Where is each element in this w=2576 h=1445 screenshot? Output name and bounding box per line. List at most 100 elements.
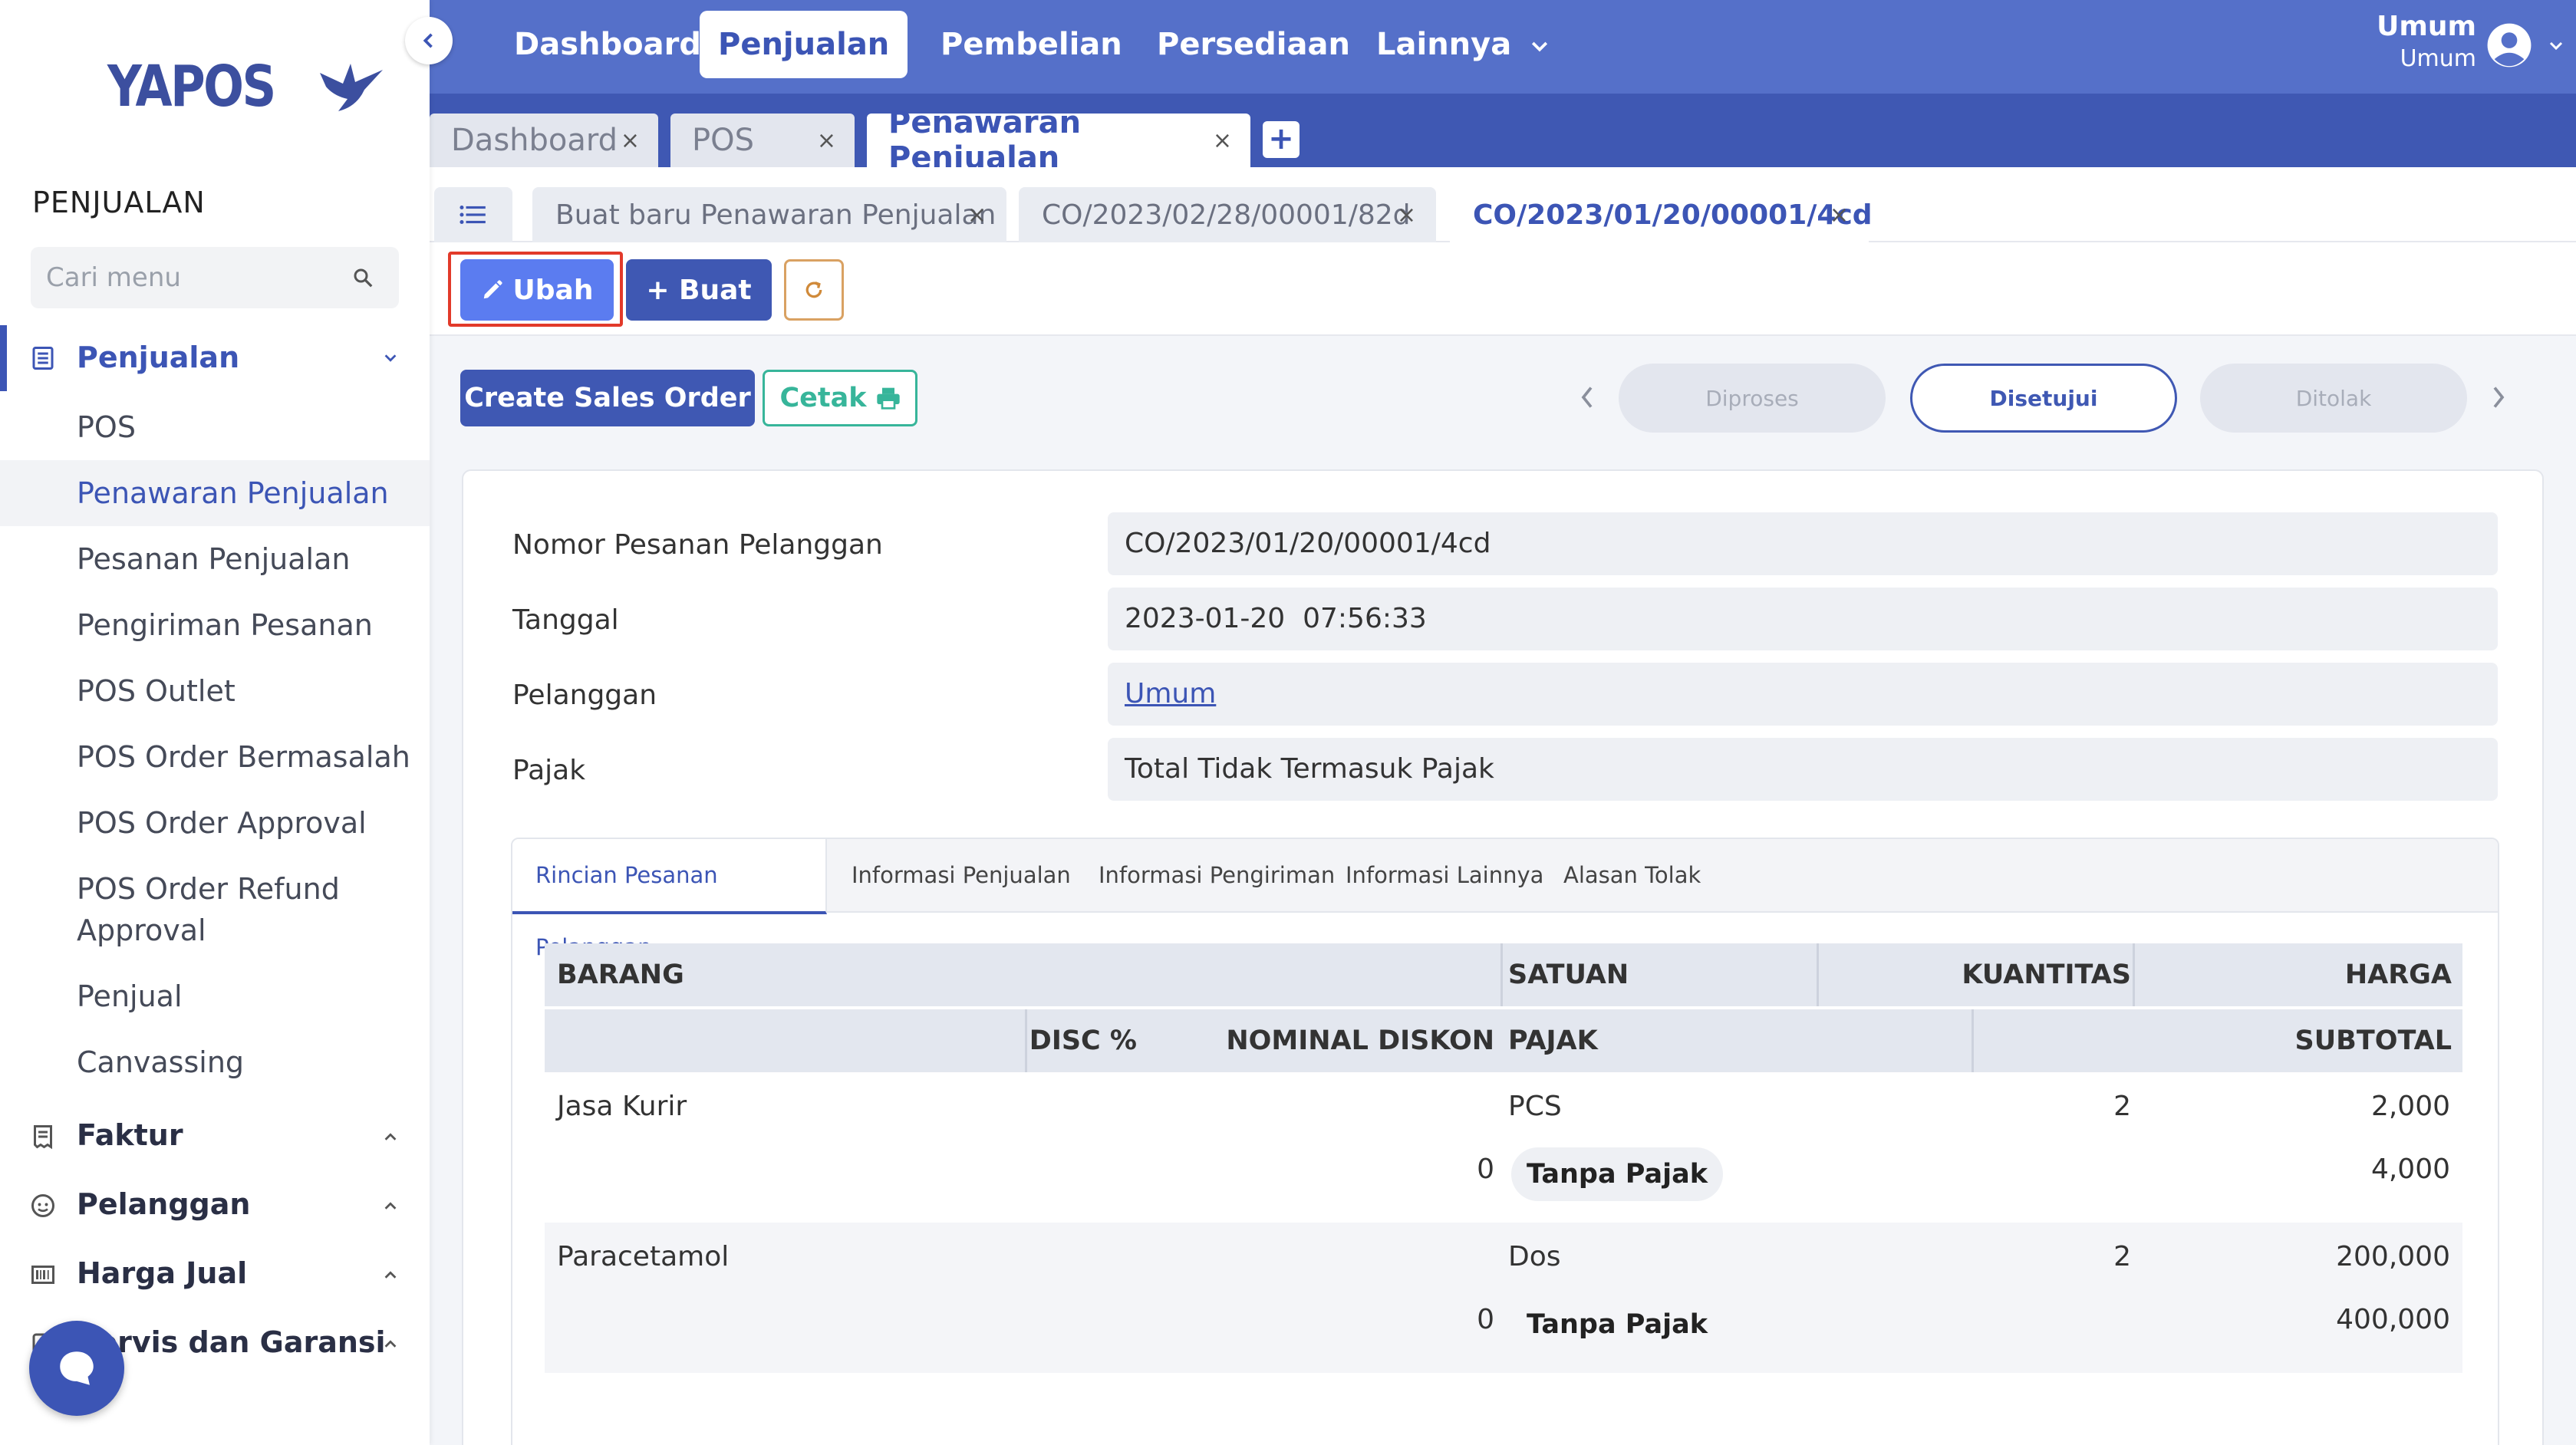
cell-satuan: Dos <box>1508 1241 1561 1272</box>
sidebar-item-canvassing[interactable]: Canvassing <box>0 1042 430 1083</box>
bird-logo-icon <box>317 56 386 117</box>
sidebar-group-harga-jual[interactable]: Harga Jual <box>0 1247 430 1304</box>
tab-label: POS <box>692 123 754 158</box>
detail-tab-bar: Rincian Pesanan Pelanggan Informasi Penj… <box>512 839 2498 960</box>
close-icon[interactable]: × <box>1830 202 1849 229</box>
chevron-right-icon[interactable] <box>2487 382 2510 413</box>
close-icon[interactable]: × <box>967 202 987 229</box>
sidebar-item-penawaran-penjualan[interactable]: Penawaran Penjualan <box>0 460 430 526</box>
sidebar-item-pos[interactable]: POS <box>0 407 430 448</box>
tab-informasi-lainnya[interactable]: Informasi Lainnya <box>1323 839 1566 913</box>
th-kuantitas: KUANTITAS <box>1962 959 2131 990</box>
pelanggan-link[interactable]: Umum <box>1125 678 1216 709</box>
sidebar-item-pengiriman-pesanan[interactable]: Pengiriman Pesanan <box>0 604 430 646</box>
table-header-row-2: DISC % NOMINAL DISKON PAJAK SUBTOTAL <box>545 1009 2462 1072</box>
doc-tab-co-4cd[interactable]: CO/2023/01/20/00001/4cd × <box>1450 187 1873 242</box>
table-row[interactable]: Paracetamol Dos 2 200,000 0 Tanpa Pajak … <box>545 1223 2462 1373</box>
tab-label: Dashboard <box>451 123 618 158</box>
sidebar-group-penjualan[interactable]: Penjualan <box>0 325 430 391</box>
detail-panel: Rincian Pesanan Pelanggan Informasi Penj… <box>511 838 2499 1445</box>
avatar-icon[interactable] <box>2485 21 2533 69</box>
chevron-down-icon[interactable] <box>2547 37 2565 55</box>
create-sales-order-button[interactable]: Create Sales Order <box>460 370 755 426</box>
more-menu-chevron-icon[interactable] <box>1528 35 1551 58</box>
cell-pajak-chip: Tanpa Pajak <box>1511 1147 1723 1201</box>
chevron-up-icon <box>382 1129 399 1146</box>
tab-informasi-pengiriman[interactable]: Informasi Pengiriman <box>1076 839 1358 913</box>
logo-text: YAPOS <box>107 54 276 120</box>
form-row-tanggal: Tanggal 2023-01-20 07:56:33 <box>511 588 2498 650</box>
cell-kuantitas: 2 <box>2113 1091 2131 1122</box>
tanggal-label: Tanggal <box>512 604 619 636</box>
barcode-icon <box>29 1261 57 1289</box>
tab-rincian-pesanan[interactable]: Rincian Pesanan Pelanggan <box>512 839 827 960</box>
buat-label: + Buat <box>646 274 752 306</box>
cell-satuan: PCS <box>1508 1091 1562 1122</box>
sidebar-item-pos-order-approval[interactable]: POS Order Approval <box>0 802 430 844</box>
face-icon <box>29 1192 57 1220</box>
chevron-left-icon <box>418 30 440 51</box>
cetak-button[interactable]: Cetak <box>763 370 917 426</box>
sidebar-item-penjual[interactable]: Penjual <box>0 976 430 1017</box>
close-icon[interactable]: × <box>621 127 640 154</box>
tab-label: Penawaran Penjualan <box>888 105 1082 176</box>
list-view-button[interactable] <box>434 187 512 242</box>
workspace-tab-pos[interactable]: POS × <box>670 114 855 167</box>
tanggal-field[interactable]: 2023-01-20 07:56:33 <box>1108 588 2498 650</box>
nomor-field[interactable]: CO/2023/01/20/00001/4cd <box>1108 512 2498 575</box>
sidebar: YAPOS PENJUALAN Cari menu Penjualan POS … <box>0 0 430 1445</box>
sidebar-group-pelanggan[interactable]: Pelanggan <box>0 1178 430 1235</box>
buat-button[interactable]: + Buat <box>626 259 772 321</box>
ubah-button[interactable]: Ubah <box>460 259 614 321</box>
sidebar-collapse-button[interactable] <box>405 17 453 64</box>
cell-harga: 200,000 <box>2336 1241 2450 1272</box>
chevron-left-icon[interactable] <box>1576 382 1599 413</box>
user-name: Umum <box>2377 11 2476 42</box>
workspace-tab-bar: Dashboard × POS × Penawaran Penjualan × … <box>430 94 2576 176</box>
pajak-field[interactable]: Total Tidak Termasuk Pajak <box>1108 738 2498 801</box>
doc-tab-buat-baru[interactable]: Buat baru Penawaran Penjualan × <box>532 187 1006 242</box>
tab-alasan-tolak[interactable]: Alasan Tolak <box>1540 839 1724 913</box>
pelanggan-label: Pelanggan <box>512 680 657 711</box>
top-menu-persediaan[interactable]: Persediaan <box>1138 11 1369 78</box>
table-row[interactable]: Jasa Kurir PCS 2 2,000 0 Tanpa Pajak 4,0… <box>545 1072 2462 1223</box>
th-subtotal: SUBTOTAL <box>2294 1025 2452 1056</box>
document-tab-bar: Buat baru Penawaran Penjualan × CO/2023/… <box>430 167 2576 242</box>
chat-button[interactable] <box>29 1321 124 1416</box>
sidebar-group-label: Harga Jual <box>77 1256 248 1290</box>
sidebar-item-pos-order-refund-approval[interactable]: POS Order Refund Approval <box>0 868 353 951</box>
table-header-row-1: BARANG SATUAN KUANTITAS HARGA <box>545 943 2462 1006</box>
menu-search-input[interactable]: Cari menu <box>31 247 399 308</box>
sidebar-group-faktur[interactable]: Faktur <box>0 1109 430 1166</box>
close-icon[interactable]: × <box>1213 127 1232 154</box>
close-icon[interactable]: × <box>1397 202 1416 229</box>
cell-pajak-chip: Tanpa Pajak <box>1511 1298 1723 1351</box>
th-disc: DISC % <box>1029 1025 1137 1056</box>
top-menu-lainnya[interactable]: Lainnya <box>1358 11 1530 78</box>
cell-disc: 0 <box>1477 1304 1494 1335</box>
close-icon[interactable]: × <box>817 127 836 154</box>
sidebar-item-pos-order-bermasalah[interactable]: POS Order Bermasalah <box>0 736 430 778</box>
top-menu-penjualan[interactable]: Penjualan <box>700 11 908 78</box>
column-divider <box>1817 943 1819 1006</box>
pelanggan-field: Umum <box>1108 663 2498 726</box>
user-info[interactable]: Umum Umum <box>2377 11 2476 72</box>
status-step-ditolak: Ditolak <box>2200 364 2467 433</box>
sidebar-item-pos-outlet[interactable]: POS Outlet <box>0 670 430 712</box>
chevron-up-icon <box>382 1336 399 1353</box>
refresh-button[interactable] <box>784 259 844 321</box>
add-tab-button[interactable]: + <box>1263 121 1300 158</box>
logo[interactable]: YAPOS <box>107 54 386 120</box>
workspace-tab-dashboard[interactable]: Dashboard × <box>430 114 658 167</box>
top-menu-dashboard[interactable]: Dashboard <box>496 11 720 78</box>
workspace-tab-penawaran-penjualan[interactable]: Penawaran Penjualan × <box>867 105 1250 176</box>
refresh-icon <box>802 278 825 301</box>
top-menu-pembelian[interactable]: Pembelian <box>922 11 1141 78</box>
cell-subtotal: 4,000 <box>2370 1154 2450 1185</box>
sidebar-item-pesanan-penjualan[interactable]: Pesanan Penjualan <box>0 538 430 580</box>
th-pajak: PAJAK <box>1508 1025 1598 1056</box>
doc-tab-co-82d[interactable]: CO/2023/02/28/00001/82d × <box>1019 187 1436 242</box>
nomor-label: Nomor Pesanan Pelanggan <box>512 529 883 561</box>
sidebar-group-label: Faktur <box>77 1118 183 1152</box>
tab-informasi-penjualan[interactable]: Informasi Penjualan <box>828 839 1094 913</box>
